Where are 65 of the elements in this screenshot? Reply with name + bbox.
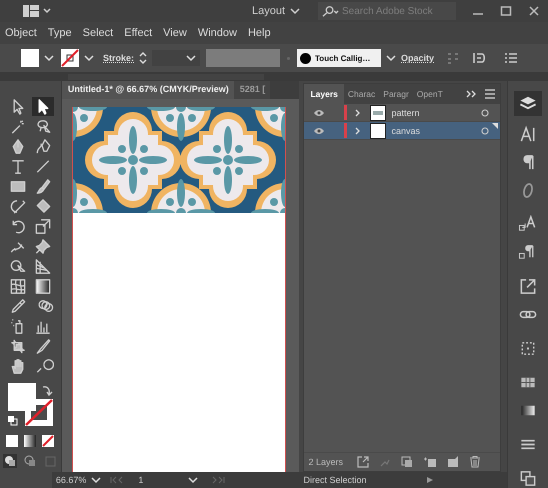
document-tab[interactable]: 5281 [ [234, 81, 270, 99]
artboard-number[interactable]: 1 [138, 475, 144, 485]
opacity-label[interactable]: Opacity [401, 53, 434, 63]
current-tool-label: Direct Selection [303, 475, 366, 485]
layer-color-bar [344, 105, 348, 120]
clipping-mask-icon[interactable] [400, 456, 413, 468]
menu-item[interactable]: Type [48, 27, 72, 39]
menu-item[interactable]: Window [198, 27, 237, 39]
panel-tab[interactable]: Charac [344, 84, 380, 104]
new-sublayer-icon[interactable] [422, 456, 437, 468]
menu-item[interactable]: Object [5, 27, 37, 39]
draw-behind-icon[interactable] [23, 454, 38, 468]
none-mode-swatch[interactable] [42, 435, 54, 447]
panel-tab[interactable]: Layers [304, 84, 344, 104]
variable-width-field[interactable] [206, 49, 280, 67]
menu-item[interactable]: Effect [124, 27, 152, 39]
direct-select-tool[interactable] [32, 97, 54, 116]
target-icon[interactable] [481, 108, 490, 116]
caret-icon[interactable] [188, 476, 198, 484]
fill-swatch[interactable] [21, 49, 39, 67]
maximize-icon[interactable] [500, 5, 512, 17]
layer-row[interactable]: canvas [304, 122, 500, 140]
panel-tab[interactable]: OpenT [412, 84, 447, 104]
pathfinder-icon[interactable] [518, 468, 538, 488]
caret-icon[interactable] [386, 54, 396, 62]
more-panels-icon[interactable] [466, 89, 478, 99]
workspace-switcher-icon[interactable] [23, 4, 53, 18]
panel-tab[interactable]: Paragr [379, 84, 413, 104]
target-icon[interactable] [481, 126, 490, 134]
delete-icon[interactable] [468, 456, 481, 468]
draw-normal-icon[interactable] [3, 454, 18, 468]
selection-indicator-icon [492, 123, 498, 129]
layer-name[interactable]: pattern [391, 108, 480, 118]
zoom-level[interactable]: 66.67% [56, 475, 86, 485]
caret-icon[interactable] [186, 54, 196, 62]
menu-item[interactable]: Select [82, 27, 114, 39]
eye-icon[interactable] [313, 126, 326, 134]
layer-color-bar [344, 123, 348, 138]
color-mode-swatch[interactable] [6, 435, 18, 447]
menu-item[interactable]: View [163, 27, 187, 39]
close-icon[interactable] [528, 5, 540, 17]
stroke-weight-dropdown[interactable] [152, 50, 200, 66]
list-icon[interactable] [504, 52, 518, 64]
caret-icon[interactable] [44, 54, 54, 62]
stroke-label[interactable]: Stroke: [103, 53, 134, 63]
layer-name[interactable]: canvas [391, 126, 480, 136]
brush-dropdown[interactable]: Touch Callig… [297, 49, 382, 67]
caret-icon[interactable] [91, 476, 102, 484]
layer-count: 2 Layers [308, 457, 343, 467]
gradient-mode-swatch[interactable] [24, 435, 36, 447]
eye-icon[interactable] [313, 108, 326, 116]
menu-icon[interactable] [484, 89, 496, 99]
stroke-swatch[interactable] [61, 49, 79, 67]
workspace-dropdown[interactable]: Layout [252, 5, 300, 17]
new-layer-icon[interactable] [446, 456, 459, 468]
document-tab[interactable]: Untitled-1* @ 66.67% (CMYK/Preview) [62, 81, 234, 99]
caret-icon[interactable] [426, 476, 434, 484]
export-icon[interactable] [356, 456, 369, 468]
search-icon[interactable] [322, 5, 339, 17]
caret-icon[interactable] [84, 54, 94, 62]
menu-item[interactable]: Help [248, 27, 271, 39]
spinner-icon[interactable] [138, 50, 148, 66]
caret-icon[interactable] [290, 7, 300, 15]
layers-icon[interactable] [514, 91, 542, 116]
export-icon[interactable] [518, 276, 538, 296]
